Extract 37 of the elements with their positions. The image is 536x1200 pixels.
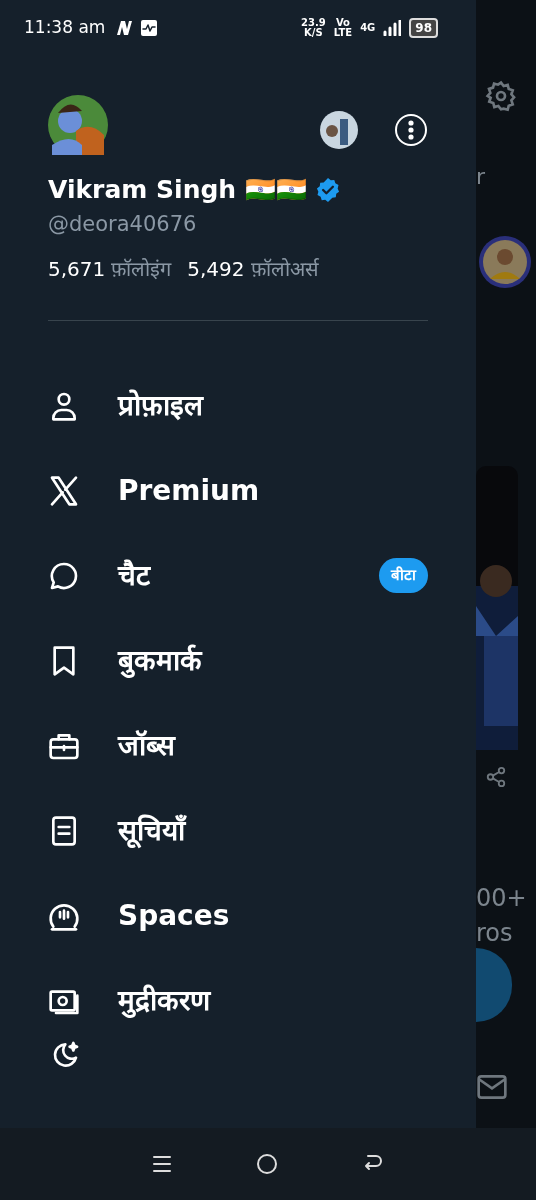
activity-icon (141, 19, 158, 36)
menu-item[interactable]: जॉब्स (118, 724, 175, 767)
menu-item[interactable]: Premium (118, 469, 260, 512)
account-avatar[interactable] (320, 111, 358, 149)
following-count: 5,671 (48, 256, 106, 283)
beta-badge: बीटा (379, 558, 428, 593)
settings-icon[interactable] (485, 80, 517, 112)
avatar[interactable] (478, 235, 532, 289)
menu-item[interactable]: मुद्रीकरण (118, 979, 210, 1022)
followers-count: 5,492 (187, 256, 245, 283)
menu-item[interactable]: प्रोफ़ाइल (118, 384, 203, 427)
followers-label: फ़ॉलोअर्स (250, 256, 319, 283)
mail-icon[interactable] (476, 1072, 508, 1102)
dropdown-label: r (476, 163, 486, 191)
menu-item[interactable]: Spaces (118, 894, 230, 937)
share-icon[interactable] (485, 766, 507, 788)
avatar[interactable] (48, 95, 108, 155)
speed-value: 23.9 (301, 17, 326, 28)
x-logo-icon (48, 474, 80, 507)
menu-icon[interactable] (151, 1153, 173, 1175)
following-label: फ़ॉलोइंग (111, 256, 172, 283)
more-options-icon[interactable] (394, 113, 428, 147)
home-icon[interactable] (255, 1152, 279, 1176)
volte-label: LTE (333, 27, 353, 38)
status-time: 11:38 am (24, 15, 106, 39)
speed-unit: K/S (303, 27, 324, 38)
volte-label: Vo (334, 17, 351, 28)
count-text: 00+ (476, 883, 527, 914)
menu-item[interactable]: सूचियाँ (118, 809, 185, 852)
menu-item[interactable]: बुकमार्क (118, 639, 202, 682)
menu-item[interactable]: चैट (118, 554, 150, 597)
network-label: 4G (360, 22, 376, 33)
profile-handle: @deora40676 (47, 210, 198, 238)
profile-name: Vikram Singh 🇮🇳🇮🇳 (48, 174, 307, 206)
signal-icon (383, 19, 402, 36)
battery-level: 98 (409, 17, 438, 38)
partial-text: ros (476, 918, 513, 949)
